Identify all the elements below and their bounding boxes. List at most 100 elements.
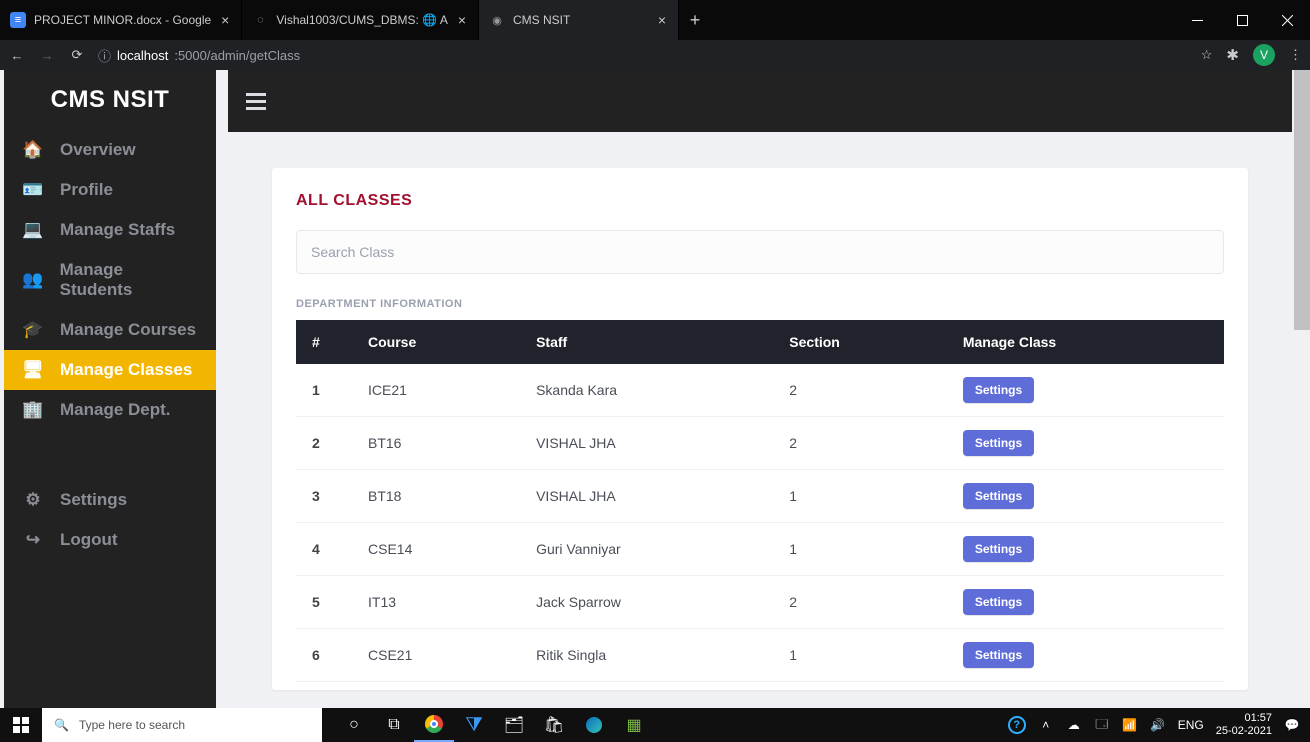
notifications-icon[interactable]: 💬 <box>1284 718 1300 732</box>
cell-staff: VISHAL JHA <box>524 470 777 523</box>
cell-course: BT18 <box>356 470 524 523</box>
chrome-icon[interactable] <box>414 708 454 742</box>
sidebar-item-manage-staffs[interactable]: 💻 Manage Staffs <box>4 210 216 250</box>
sidebar-item-label: Profile <box>60 180 113 200</box>
cell-manage: Settings <box>951 470 1224 523</box>
close-icon[interactable]: × <box>219 10 231 30</box>
language-indicator[interactable]: ENG <box>1178 718 1204 732</box>
sidebar-item-label: Manage Dept. <box>60 400 171 420</box>
cell-n: 3 <box>296 470 356 523</box>
forward-button[interactable]: → <box>38 48 56 63</box>
sidebar-item-logout[interactable]: ↪Logout <box>4 520 216 560</box>
close-icon[interactable]: × <box>656 10 668 30</box>
close-window-button[interactable] <box>1265 0 1310 40</box>
cell-section: 1 <box>777 470 951 523</box>
back-button[interactable]: ← <box>8 48 26 63</box>
profile-avatar[interactable]: V <box>1253 44 1275 66</box>
vscode-icon[interactable]: ⧩ <box>454 708 494 742</box>
scrollbar-track[interactable] <box>1294 70 1310 708</box>
sidebar-item-profile[interactable]: 🪪Profile <box>4 170 216 210</box>
search-input[interactable] <box>296 230 1224 274</box>
table-row: 5IT13Jack Sparrow2Settings <box>296 576 1224 629</box>
cortana-icon[interactable]: ○ <box>334 708 374 742</box>
minimize-button[interactable] <box>1175 0 1220 40</box>
window-controls <box>1175 0 1310 40</box>
url-path: :5000/admin/getClass <box>174 48 300 63</box>
cell-n: 6 <box>296 629 356 682</box>
sidebar-item-overview[interactable]: 🏠Overview <box>4 130 216 170</box>
hamburger-icon[interactable] <box>246 93 266 110</box>
battery-icon[interactable]: 🗔 <box>1094 715 1110 736</box>
sidebar-item-manage-courses[interactable]: 🎓Manage Courses <box>4 310 216 350</box>
menu-icon: 💻 <box>22 220 44 240</box>
address-bar[interactable]: ⓘ localhost:5000/admin/getClass <box>98 46 1189 65</box>
docs-favicon-icon: ≡ <box>10 12 26 28</box>
sidebar-item-label: Manage Classes <box>60 360 192 380</box>
row-settings-button[interactable]: Settings <box>963 430 1034 456</box>
reload-button[interactable]: ⟳ <box>68 47 86 63</box>
browser-tab[interactable]: ◌ Vishal1003/CUMS_DBMS: 🌐 A × <box>242 0 479 40</box>
close-icon[interactable]: × <box>456 10 468 30</box>
menu-icon: 🎓 <box>22 320 44 340</box>
taskbar-search[interactable]: 🔍 Type here to search <box>42 708 322 742</box>
brand-title: CMS NSIT <box>4 70 216 130</box>
search-icon: 🔍 <box>54 718 69 732</box>
table-row: 1ICE21Skanda Kara2Settings <box>296 364 1224 417</box>
topbar <box>228 70 1292 132</box>
volume-icon[interactable]: 🔊 <box>1150 718 1166 732</box>
card-all-classes: ALL CLASSES DEPARTMENT INFORMATION # Cou… <box>272 168 1248 690</box>
taskbar-search-placeholder: Type here to search <box>79 718 185 732</box>
sidebar-item-label: Manage Staffs <box>60 220 175 240</box>
cell-course: CSE14 <box>356 523 524 576</box>
cell-course: CSE21 <box>356 629 524 682</box>
col-staff: Staff <box>524 320 777 364</box>
explorer-icon[interactable]: 🗂 <box>494 708 534 742</box>
new-tab-button[interactable]: + <box>679 0 711 40</box>
menu-icon: 🖥 <box>22 360 44 380</box>
windows-taskbar: 🔍 Type here to search ○ ⧉ ⧩ 🗂 🛍 ▦ ? ˄ ☁ … <box>0 708 1310 742</box>
sidebar-item-label: Manage Students <box>60 260 198 300</box>
browser-tab[interactable]: ≡ PROJECT MINOR.docx - Google × <box>0 0 242 40</box>
cell-staff: Jack Sparrow <box>524 576 777 629</box>
col-section: Section <box>777 320 951 364</box>
row-settings-button[interactable]: Settings <box>963 377 1034 403</box>
edge-icon[interactable] <box>574 708 614 742</box>
table-row: 4CSE14Guri Vanniyar1Settings <box>296 523 1224 576</box>
col-index: # <box>296 320 356 364</box>
row-settings-button[interactable]: Settings <box>963 483 1034 509</box>
tray-chevron-icon[interactable]: ˄ <box>1038 718 1054 732</box>
help-icon[interactable]: ? <box>1008 716 1026 734</box>
row-settings-button[interactable]: Settings <box>963 589 1034 615</box>
cell-course: IT13 <box>356 576 524 629</box>
sidebar-item-manage-students[interactable]: 👥Manage Students <box>4 250 216 310</box>
table-row: 3BT18VISHAL JHA1 Settings <box>296 470 1224 523</box>
scrollbar-thumb[interactable] <box>1294 70 1310 330</box>
cell-course: ICE21 <box>356 364 524 417</box>
cell-section: 1 <box>777 523 951 576</box>
row-settings-button[interactable]: Settings <box>963 536 1034 562</box>
bookmark-star-icon[interactable]: ☆ <box>1201 47 1213 63</box>
taskview-icon[interactable]: ⧉ <box>374 708 414 742</box>
sidebar-item-label: Overview <box>60 140 136 160</box>
onedrive-icon[interactable]: ☁ <box>1066 718 1082 732</box>
tab-title: CMS NSIT <box>513 13 648 27</box>
start-button[interactable] <box>0 708 42 742</box>
section-label: DEPARTMENT INFORMATION <box>296 298 1224 310</box>
browser-tab-active[interactable]: ◉ CMS NSIT × <box>479 0 679 40</box>
table-row: 6CSE21Ritik Singla1Settings <box>296 629 1224 682</box>
menu-icon: ↪ <box>22 530 44 550</box>
sidebar-item-manage-classes[interactable]: 🖥 Manage Classes <box>4 350 216 390</box>
wifi-icon[interactable]: 📶 <box>1122 718 1138 732</box>
store-icon[interactable]: 🛍 <box>534 708 574 742</box>
extensions-icon[interactable]: ✱ <box>1226 46 1239 64</box>
row-settings-button[interactable]: Settings <box>963 642 1034 668</box>
maximize-button[interactable] <box>1220 0 1265 40</box>
sidebar-item-manage-dept-[interactable]: 🏢Manage Dept. <box>4 390 216 430</box>
cell-n: 2 <box>296 417 356 470</box>
clock[interactable]: 01:57 25-02-2021 <box>1216 712 1272 737</box>
app-icon[interactable]: ▦ <box>614 708 654 742</box>
kebab-menu-icon[interactable]: ⋮ <box>1289 47 1302 63</box>
site-favicon-icon: ◉ <box>489 12 505 28</box>
sidebar-item-settings[interactable]: ⚙Settings <box>4 480 216 520</box>
site-info-icon[interactable]: ⓘ <box>98 46 111 65</box>
